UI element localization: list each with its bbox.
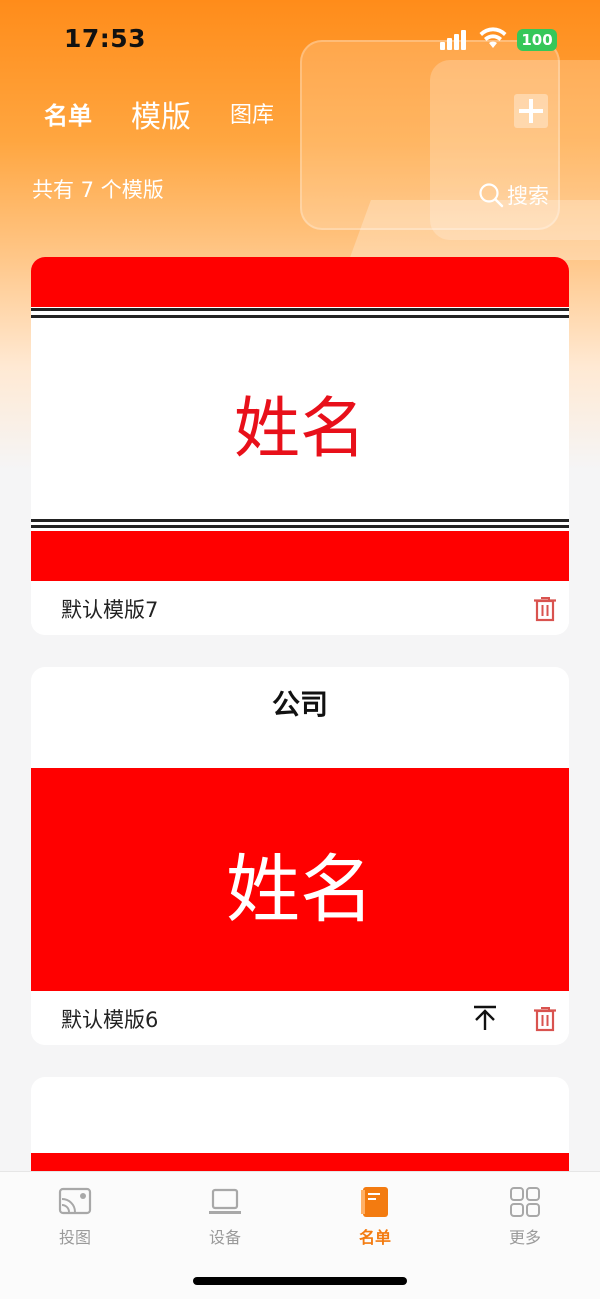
search-button[interactable]: 搜索 xyxy=(478,180,549,210)
battery-indicator: 100 xyxy=(517,29,557,51)
template-card[interactable]: 姓名 默认模版7 xyxy=(31,257,569,635)
preview-company-text: 公司 xyxy=(271,688,328,721)
template-card-footer: 默认模版7 xyxy=(31,581,569,635)
preview-name-text: 姓名 xyxy=(234,390,366,467)
wifi-icon xyxy=(479,27,507,48)
tab-device[interactable]: 设备 xyxy=(175,1186,275,1248)
home-indicator[interactable] xyxy=(193,1277,407,1285)
search-label: 搜索 xyxy=(507,184,549,208)
tab-cast[interactable]: 投图 xyxy=(25,1186,125,1248)
preview-red-band xyxy=(31,257,569,307)
preview-red-band xyxy=(31,531,569,581)
status-time: 17:53 xyxy=(64,24,147,53)
tab-list[interactable]: 名单 xyxy=(325,1186,425,1248)
trash-icon[interactable] xyxy=(530,593,560,623)
template-card[interactable]: 公司 姓名 默认模版6 xyxy=(31,667,569,1045)
preview-red-panel: 姓名 xyxy=(31,768,569,992)
tab-cast-label: 投图 xyxy=(58,1228,91,1247)
grid-icon xyxy=(510,1187,540,1217)
add-template-button[interactable] xyxy=(514,94,548,128)
tab-gallery[interactable]: 图库 xyxy=(230,97,274,129)
preview-stripe xyxy=(31,519,569,522)
template-title: 默认模版6 xyxy=(61,1008,159,1032)
preview-name-text: 姓名 xyxy=(226,847,374,933)
tab-more-label: 更多 xyxy=(508,1228,541,1247)
preview-stripe xyxy=(31,315,569,318)
header-decoration xyxy=(349,200,600,260)
pin-to-top-icon[interactable] xyxy=(470,1003,500,1033)
tab-templates[interactable]: 模版 xyxy=(131,92,191,136)
tab-device-label: 设备 xyxy=(208,1228,241,1247)
preview-stripe xyxy=(31,525,569,528)
template-title: 默认模版7 xyxy=(61,598,159,622)
laptop-icon xyxy=(209,1188,241,1214)
trash-icon[interactable] xyxy=(530,1003,560,1033)
template-count: 共有 7 个模版 xyxy=(32,178,164,202)
cellular-signal-icon xyxy=(440,30,468,50)
tab-roster[interactable]: 名单 xyxy=(44,96,92,131)
preview-stripe xyxy=(31,308,569,311)
cast-icon xyxy=(58,1187,92,1215)
search-icon xyxy=(479,183,504,208)
list-icon xyxy=(361,1187,388,1217)
tab-list-label: 名单 xyxy=(358,1228,391,1247)
tab-more[interactable]: 更多 xyxy=(475,1186,575,1248)
template-card-footer: 默认模版6 xyxy=(31,991,569,1045)
